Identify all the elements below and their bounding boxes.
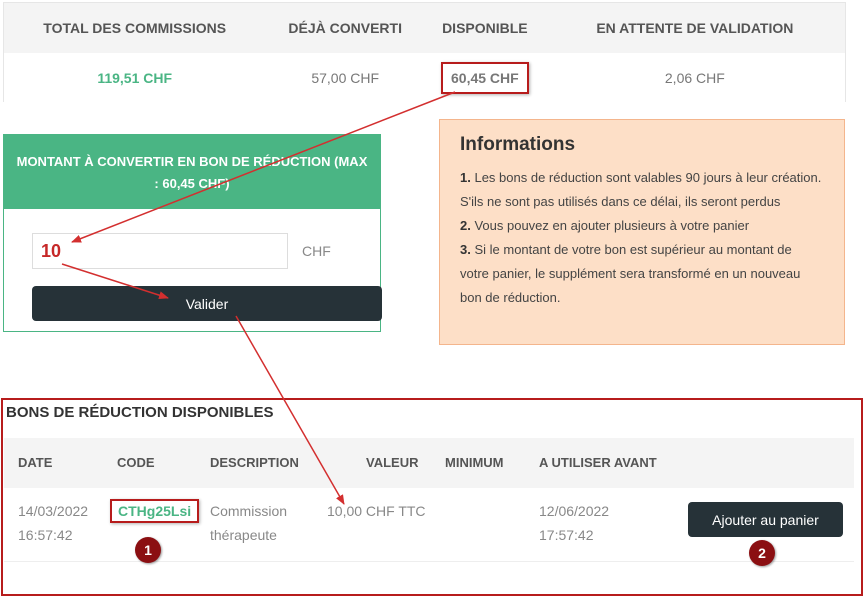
- col-code: CODE: [117, 455, 155, 470]
- voucher-use-before: 12/06/2022 17:57:42: [539, 503, 610, 543]
- voucher-value: 10,00 CHF TTC: [327, 503, 426, 519]
- pending-validation-value: 2,06 CHF: [664, 69, 725, 86]
- col-value: VALEUR: [366, 455, 419, 470]
- annotation-badge-2: 2: [749, 540, 775, 566]
- available-vouchers-section: BONS DE RÉDUCTION DISPONIBLES DATE CODE …: [1, 398, 863, 596]
- validate-button[interactable]: Valider: [32, 286, 382, 321]
- annotation-badge-1: 1: [135, 537, 161, 563]
- header-available: DISPONIBLE: [442, 20, 528, 36]
- convert-panel: MONTANT À CONVERTIR EN BON DE RÉDUCTION …: [3, 134, 382, 332]
- summary-header-row: TOTAL DES COMMISSIONS DÉJÀ CONVERTI DISP…: [4, 3, 845, 53]
- header-total-commissions: TOTAL DES COMMISSIONS: [43, 20, 227, 36]
- info-item-1: 1. Les bons de réduction sont valables 9…: [460, 170, 822, 209]
- summary-value-row: 119,51 CHF 57,00 CHF 60,45 CHF 2,06 CHF: [4, 53, 845, 102]
- col-minimum: MINIMUM: [445, 455, 504, 470]
- already-converted-value: 57,00 CHF: [311, 69, 380, 86]
- commission-summary-table: TOTAL DES COMMISSIONS DÉJÀ CONVERTI DISP…: [3, 2, 846, 102]
- info-item-3: 3. Si le montant de votre bon est supéri…: [460, 242, 801, 305]
- add-to-cart-button[interactable]: Ajouter au panier: [688, 502, 843, 537]
- col-description: DESCRIPTION: [210, 455, 299, 470]
- currency-label: CHF: [302, 243, 331, 259]
- total-commissions-value: 119,51 CHF: [97, 69, 173, 86]
- col-date: DATE: [18, 455, 53, 470]
- convert-panel-title: MONTANT À CONVERTIR EN BON DE RÉDUCTION …: [4, 135, 380, 209]
- vouchers-table-header: DATE CODE DESCRIPTION VALEUR MINIMUM A U…: [4, 438, 854, 488]
- voucher-code: CTHg25Lsi: [110, 499, 200, 523]
- vouchers-title: BONS DE RÉDUCTION DISPONIBLES: [6, 404, 274, 421]
- available-value: 60,45 CHF: [441, 61, 529, 94]
- col-use-before: A UTILISER AVANT: [539, 455, 657, 470]
- table-row: 14/03/2022 16:57:42 CTHg25Lsi Commission…: [4, 488, 854, 562]
- header-pending-validation: EN ATTENTE DE VALIDATION: [596, 20, 794, 36]
- information-title: Informations: [460, 134, 576, 155]
- info-item-2: 2. Vous pouvez en ajouter plusieurs à vo…: [460, 218, 750, 233]
- voucher-description: Commission thérapeute: [210, 503, 288, 543]
- information-panel: Informations 1. Les bons de réduction so…: [439, 119, 845, 345]
- header-already-converted: DÉJÀ CONVERTI: [288, 20, 402, 36]
- voucher-date: 14/03/2022 16:57:42: [18, 503, 89, 543]
- amount-input[interactable]: 10: [32, 233, 288, 269]
